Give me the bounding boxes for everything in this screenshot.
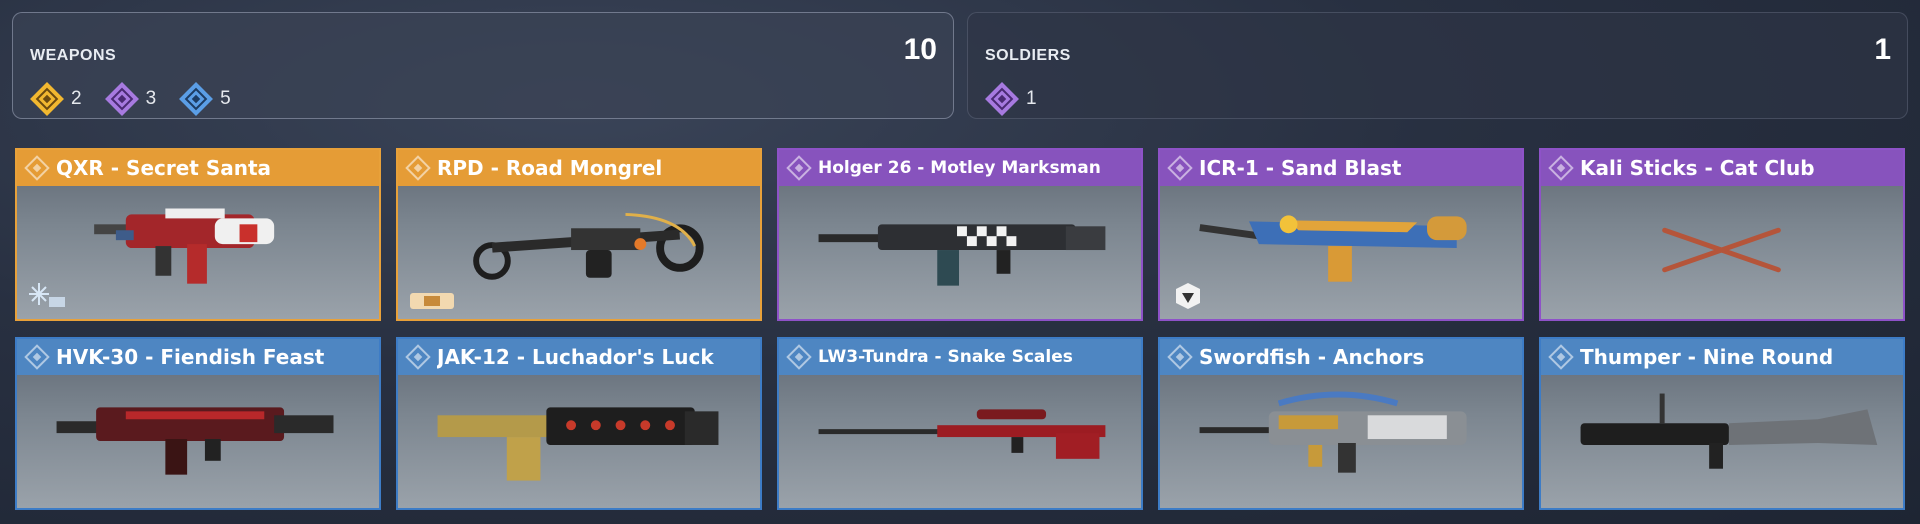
weapons-title: WEAPONS — [30, 47, 117, 64]
soldiers-title: SOLDIERS — [985, 47, 1071, 64]
epic-count: 3 — [104, 81, 156, 117]
weapon-card-rpd-road-mongrel[interactable]: RPD - Road Mongrel — [396, 148, 762, 321]
soldiers-total: 1 — [1874, 33, 1891, 66]
weapon-card-lw3-tundra-snake-scales[interactable]: LW3-Tundra - Snake Scales — [777, 337, 1143, 510]
weapons-summary-panel: WEAPONS 10 2 3 5 — [12, 12, 954, 119]
soldiers-summary-panel: SOLDIERS 1 1 — [967, 12, 1908, 119]
weapon-card-hvk-30-fiendish-feast[interactable]: HVK-30 - Fiendish Feast — [15, 337, 381, 510]
shotgun-weapon-icon — [437, 407, 719, 481]
assault-rifle-weapon-icon — [56, 407, 334, 475]
weapon-name: HVK-30 - Fiendish Feast — [56, 345, 325, 369]
rarity-diamond-icon — [1548, 344, 1574, 370]
weapon-card-kali-sticks-cat-club[interactable]: Kali Sticks - Cat Club — [1539, 148, 1905, 321]
ammo-badge-icon — [410, 293, 454, 309]
weapon-name: Kali Sticks - Cat Club — [1580, 156, 1815, 180]
snowflake-badge-icon — [29, 283, 65, 307]
legendary-count: 2 — [29, 81, 82, 117]
weapon-name: Holger 26 - Motley Marksman — [818, 158, 1101, 178]
weapon-name: QXR - Secret Santa — [56, 156, 272, 180]
launcher-weapon-icon — [1580, 393, 1878, 469]
weapon-name: RPD - Road Mongrel — [437, 156, 663, 180]
weapon-card-holger-26-motley-marksman[interactable]: Holger 26 - Motley Marksman — [777, 148, 1143, 321]
rarity-diamond-icon — [786, 344, 812, 370]
assault-rifle-weapon-icon — [1199, 215, 1467, 282]
rarity-diamond-icon — [1167, 344, 1193, 370]
weapon-name: Thumper - Nine Round — [1580, 345, 1834, 369]
emblem-badge-icon — [1176, 283, 1200, 309]
rarity-diamond-icon — [1548, 155, 1574, 181]
weapons-total: 10 — [903, 33, 937, 66]
sniper-weapon-icon — [818, 409, 1106, 459]
assault-rifle-weapon-icon — [818, 224, 1106, 286]
weapon-card-qxr-secret-santa[interactable]: QXR - Secret Santa — [15, 148, 381, 321]
rarity-diamond-icon — [24, 155, 50, 181]
epic-rarity-icon — [104, 82, 139, 116]
weapon-name: JAK-12 - Luchador's Luck — [437, 345, 714, 369]
rarity-diamond-icon — [24, 344, 50, 370]
weapon-name: Swordfish - Anchors — [1199, 345, 1425, 369]
weapon-card-thumper-nine-round[interactable]: Thumper - Nine Round — [1539, 337, 1905, 510]
weapon-card-swordfish-anchors[interactable]: Swordfish - Anchors — [1158, 337, 1524, 510]
rare-count: 5 — [178, 81, 231, 117]
epic-rarity-icon — [985, 82, 1019, 116]
weapon-name: LW3-Tundra - Snake Scales — [818, 347, 1073, 367]
rarity-diamond-icon — [1167, 155, 1193, 181]
weapon-name: ICR-1 - Sand Blast — [1199, 156, 1402, 180]
rarity-diamond-icon — [786, 155, 812, 181]
legendary-rarity-icon — [30, 82, 64, 116]
rarity-diamond-icon — [405, 344, 431, 370]
weapon-card-icr-1-sand-blast[interactable]: ICR-1 - Sand Blast — [1158, 148, 1524, 321]
rare-rarity-icon — [179, 82, 214, 116]
smg-weapon-icon — [94, 208, 275, 284]
epic-count: 1 — [984, 81, 1037, 117]
burst-rifle-weapon-icon — [1199, 391, 1467, 473]
weapon-card-jak-12-luchadors-luck[interactable]: JAK-12 - Luchador's Luck — [396, 337, 762, 510]
melee-sticks-icon — [1662, 227, 1781, 273]
rarity-diamond-icon — [405, 155, 431, 181]
